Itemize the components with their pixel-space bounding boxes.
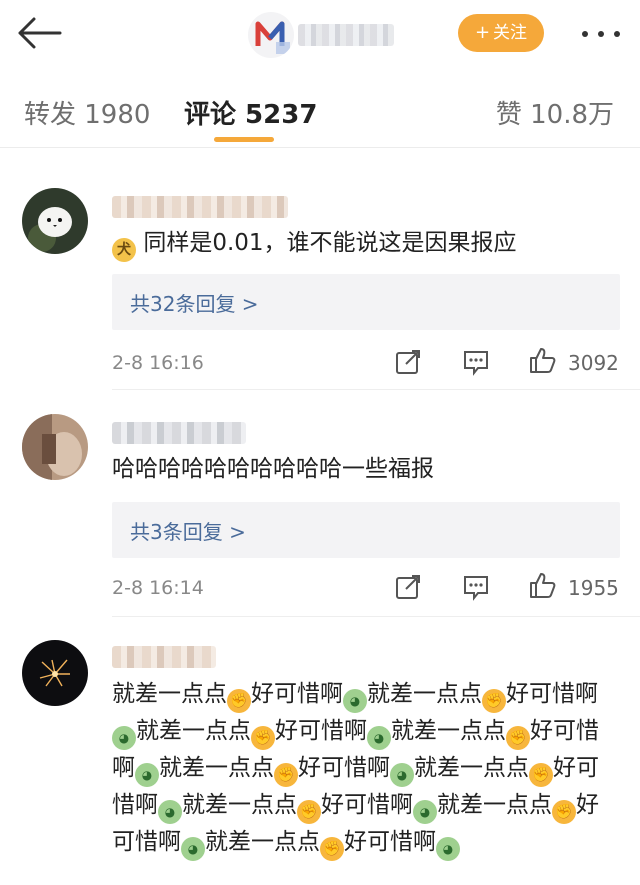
crying-emoji-icon: ◕ [413,800,437,824]
comment-text: 犬 同样是0.01，谁不能说这是因果报应 [112,225,620,262]
comment-text-segment: 好可惜啊 [321,792,413,818]
crying-emoji-icon: ◕ [135,763,159,787]
crying-emoji-icon: ◕ [158,800,182,824]
commenter-name-blurred[interactable] [112,422,246,444]
comment-text-segment: 就差一点点 [182,792,297,818]
tab-comment[interactable]: 评论 5237 [184,94,317,131]
hand-emoji-icon: ✊ [320,837,344,861]
comment-text-segment: 就差一点点 [414,755,529,781]
comment-timestamp: 2-8 16:16 [112,352,204,374]
view-replies-button[interactable]: 共32条回复 > [112,274,620,330]
commenter-name-blurred[interactable] [112,646,216,668]
repost-icon[interactable] [394,348,424,378]
comment-icon[interactable] [462,573,492,603]
comment-item: 就差一点点 ✊ 好可惜啊 ◕ 就差一点点 ✊ 好可惜啊◕ 就差一点点 ✊ 好可惜啊 ◕ 就差一点点 ✊ 好… [0,616,640,885]
comment-item: 犬 同样是0.01，谁不能说这是因果报应 共32条回复 > 2-8 16:16 … [0,150,640,380]
hand-emoji-icon: ✊ [482,689,506,713]
hand-emoji-icon: ✊ [274,763,298,787]
comment-text-segment: 好可惜啊 [251,681,343,707]
commenter-name-blurred[interactable] [112,196,288,218]
crying-emoji-icon: ◕ [367,726,391,750]
view-replies-button[interactable]: 共3条回复 > [112,502,620,558]
commenter-avatar[interactable] [22,188,88,254]
comment-text-segment: 好可惜啊 [298,755,390,781]
back-arrow-icon[interactable] [16,16,64,52]
hand-emoji-icon: ✊ [529,763,553,787]
comment-icon[interactable] [462,348,492,378]
comment-text-segment: 就差一点点 [437,792,552,818]
hand-emoji-icon: ✊ [506,726,530,750]
follow-button[interactable]: + 关注 [458,14,544,52]
like-icon[interactable] [528,346,558,376]
tab-forward[interactable]: 转发 1980 [24,94,150,131]
comment-timestamp: 2-8 16:14 [112,577,204,599]
author-avatar[interactable] [248,12,294,58]
active-tab-indicator [214,137,274,142]
like-count: 3092 [568,351,619,375]
repost-icon[interactable] [394,573,424,603]
crying-emoji-icon: ◕ [436,837,460,861]
author-name-blurred [298,24,394,46]
commenter-avatar[interactable] [22,414,88,480]
top-bar: + 关注 [0,0,640,70]
comment-text-segment: 就差一点点 [159,755,274,781]
comment-text-segment: 就差一点点 [391,718,506,744]
crying-emoji-icon: ◕ [112,726,136,750]
comment-item: 哈哈哈哈哈哈哈哈哈哈一些福报 共3条回复 > 2-8 16:14 1955 [0,380,640,605]
comment-text-segment: 就差一点点 [367,681,482,707]
comment-text-segment: 就差一点点 [136,718,251,744]
plus-icon: + [474,22,491,43]
like-count: 1955 [568,576,619,600]
comment-text-segment: 好可惜啊 [506,681,598,707]
hand-emoji-icon: ✊ [297,800,321,824]
like-icon[interactable] [528,571,558,601]
crying-emoji-icon: ◕ [390,763,414,787]
hand-emoji-icon: ✊ [251,726,275,750]
comment-text: 哈哈哈哈哈哈哈哈哈哈一些福报 [112,456,434,482]
hand-emoji-icon: ✊ [552,800,576,824]
crying-emoji-icon: ◕ [181,837,205,861]
hand-emoji-icon: ✊ [227,689,251,713]
comment-text-segment: 好可惜啊 [344,829,436,855]
tab-bar: 转发 1980 评论 5237 赞 10.8万 [0,80,640,148]
comment-text-segment: 就差一点点 [112,681,227,707]
doge-emoji-icon: 犬 [112,238,136,262]
comment-text-segment: 就差一点点 [205,829,320,855]
tab-like[interactable]: 赞 10.8万 [496,94,614,131]
comment-text: 就差一点点 ✊ 好可惜啊 ◕ 就差一点点 ✊ 好可惜啊◕ 就差一点点 ✊ 好可惜啊 ◕ 就差一点点 ✊ 好… [112,676,620,861]
commenter-avatar[interactable] [22,640,88,706]
more-options-icon[interactable] [578,22,624,46]
crying-emoji-icon: ◕ [343,689,367,713]
comment-text-segment: 好可惜啊 [275,718,367,744]
